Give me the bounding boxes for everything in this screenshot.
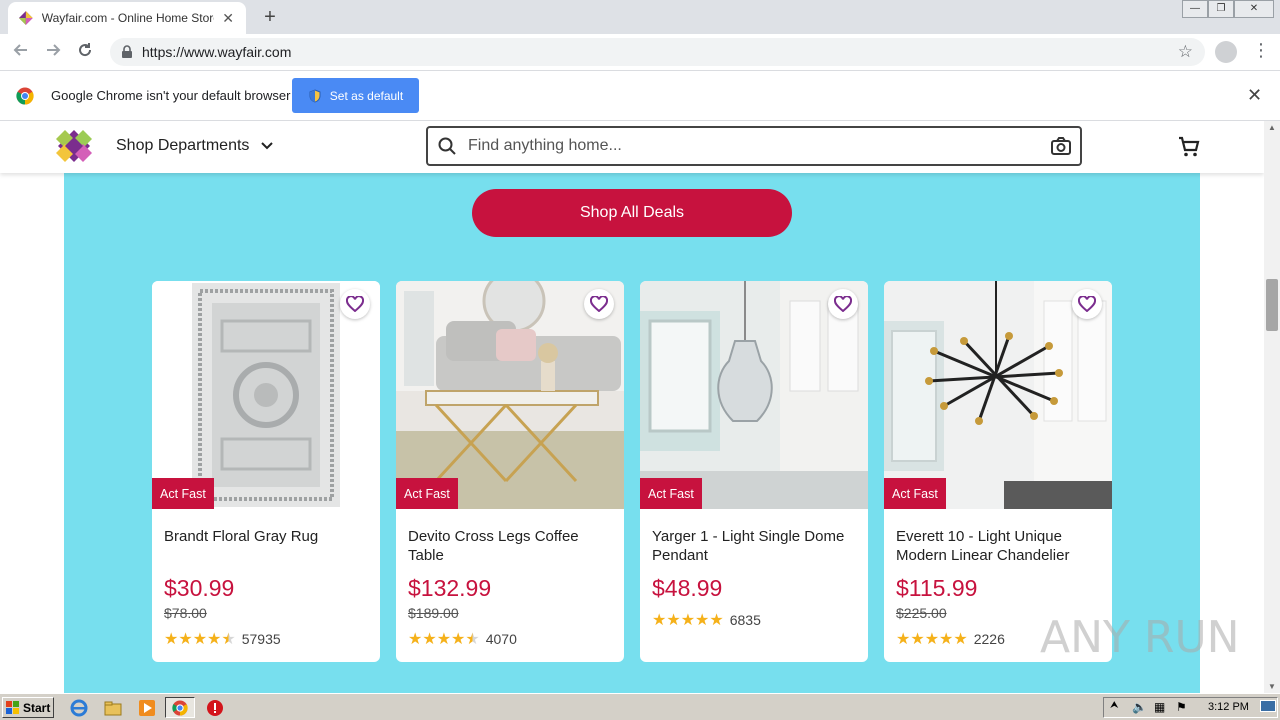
product-card[interactable]: Act Fast Yarger 1 - Light Single Dome Pe… — [640, 281, 868, 662]
media-player-icon[interactable] — [138, 699, 156, 717]
act-fast-badge: Act Fast — [640, 478, 702, 509]
tab-title: Wayfair.com - Online Home Store for Furn… — [41, 11, 215, 25]
wayfair-header: Shop Departments — [0, 121, 1264, 173]
shop-departments-menu[interactable]: Shop Departments — [116, 137, 274, 155]
infobar-close-icon[interactable]: ✕ — [1247, 85, 1262, 106]
volume-icon[interactable]: 🔈 — [1132, 700, 1147, 714]
maximize-button[interactable]: ❐ — [1208, 0, 1234, 18]
product-name[interactable]: Devito Cross Legs Coffee Table — [408, 527, 614, 565]
product-name[interactable]: Everett 10 - Light Unique Modern Linear … — [896, 527, 1102, 565]
scroll-down-arrow-icon[interactable]: ▼ — [1264, 682, 1280, 691]
system-tray: ⮝ 🔈 ▦ ⚑ — [1103, 697, 1278, 718]
product-card[interactable]: Act Fast Brandt Floral Gray Rug $30.99 $… — [152, 281, 380, 662]
set-as-default-button[interactable]: Set as default — [292, 78, 419, 113]
chrome-icon — [172, 700, 188, 716]
review-count: 2226 — [973, 631, 1005, 647]
internet-explorer-icon[interactable] — [70, 699, 88, 717]
browser-tab[interactable]: Wayfair.com - Online Home Store for Furn… — [8, 2, 246, 34]
favorite-heart-icon[interactable] — [340, 289, 370, 319]
rating-stars-icon: ★★★★★ — [652, 612, 724, 629]
start-button[interactable]: Start — [2, 697, 54, 718]
forward-icon[interactable] — [42, 41, 64, 63]
folder-icon[interactable] — [104, 699, 122, 717]
minimize-button[interactable]: — — [1182, 0, 1208, 18]
windows-taskbar: Start ⮝ 🔈 ▦ ⚑ 3:12 PM — [0, 693, 1280, 720]
favorite-heart-icon[interactable] — [828, 289, 858, 319]
product-price: $30.99 — [164, 575, 235, 601]
product-name[interactable]: Yarger 1 - Light Single Dome Pendant — [652, 527, 858, 565]
product-rating: ★★★★★ 6835 — [652, 610, 761, 630]
taskbar-clock[interactable]: 3:12 PM — [1208, 701, 1249, 713]
network-icon[interactable]: ▦ — [1154, 700, 1165, 714]
review-count: 57935 — [241, 631, 281, 647]
scroll-up-arrow-icon[interactable]: ▲ — [1264, 123, 1280, 132]
start-label: Start — [23, 700, 51, 715]
back-icon[interactable] — [10, 41, 32, 63]
new-tab-button[interactable]: + — [258, 5, 282, 29]
product-rating: ★★★★★ 57935 — [164, 629, 281, 649]
set-as-default-label: Set as default — [329, 88, 404, 103]
reload-icon[interactable] — [74, 41, 96, 63]
product-rating: ★★★★★ 2226 — [896, 629, 1005, 649]
profile-avatar-icon[interactable] — [1215, 41, 1237, 63]
default-browser-infobar: Google Chrome isn't your default browser… — [0, 71, 1280, 121]
bookmark-star-icon[interactable]: ☆ — [1178, 42, 1193, 62]
wayfair-logo-icon[interactable] — [56, 128, 92, 164]
windows-logo-icon — [6, 700, 19, 714]
rating-stars-icon: ★★★★★ — [408, 631, 480, 648]
search-icon[interactable] — [438, 137, 456, 155]
original-price: $78.00 — [164, 605, 207, 621]
product-price: $115.99 — [896, 575, 978, 601]
close-window-button[interactable]: ✕ — [1234, 0, 1274, 18]
product-rating: ★★★★★ 4070 — [408, 629, 517, 649]
page-scrollbar[interactable]: ▲ ▼ — [1264, 121, 1280, 693]
scrollbar-thumb[interactable] — [1266, 279, 1278, 331]
show-desktop-icon[interactable] — [1260, 700, 1276, 712]
shop-all-deals-button[interactable]: Shop All Deals — [472, 189, 792, 237]
chrome-menu-icon[interactable]: ⋮ — [1252, 40, 1270, 61]
browser-toolbar: https://www.wayfair.com ☆ — [0, 34, 1280, 71]
address-bar[interactable]: https://www.wayfair.com ☆ — [110, 38, 1205, 66]
stop-sign-icon[interactable] — [206, 699, 224, 717]
flag-icon[interactable]: ⚑ — [1176, 700, 1187, 714]
product-name[interactable]: Brandt Floral Gray Rug — [164, 527, 370, 546]
rating-stars-icon: ★★★★★ — [164, 631, 236, 648]
rating-stars-icon: ★★★★★ — [896, 631, 968, 648]
camera-icon[interactable] — [1050, 136, 1072, 156]
original-price: $225.00 — [896, 605, 947, 621]
lock-icon — [122, 45, 132, 58]
cart-icon[interactable] — [1178, 136, 1200, 158]
shield-icon — [309, 88, 321, 103]
act-fast-badge: Act Fast — [396, 478, 458, 509]
shop-departments-label: Shop Departments — [116, 137, 250, 154]
url-text: https://www.wayfair.com — [142, 44, 292, 60]
favorite-heart-icon[interactable] — [1072, 289, 1102, 319]
deals-section: Shop All Deals Act Fast Brandt Floral Gr… — [64, 173, 1200, 693]
chrome-taskbar-button[interactable] — [165, 697, 195, 718]
product-price: $48.99 — [652, 575, 723, 601]
original-price: $189.00 — [408, 605, 459, 621]
search-box — [426, 126, 1082, 166]
chevron-down-icon — [261, 142, 274, 150]
wayfair-favicon-icon — [18, 11, 33, 25]
act-fast-badge: Act Fast — [884, 478, 946, 509]
review-count: 4070 — [485, 631, 517, 647]
product-card[interactable]: Act Fast Everett 10 - Light Unique Moder… — [884, 281, 1112, 662]
search-input[interactable] — [468, 137, 1050, 155]
chrome-logo-icon — [16, 87, 34, 105]
act-fast-badge: Act Fast — [152, 478, 214, 509]
tray-expand-icon[interactable]: ⮝ — [1110, 700, 1119, 711]
tab-close-icon[interactable]: ✕ — [220, 10, 236, 27]
infobar-message: Google Chrome isn't your default browser — [51, 88, 291, 103]
tab-strip: Wayfair.com - Online Home Store for Furn… — [0, 0, 1280, 34]
review-count: 6835 — [729, 612, 761, 628]
anyrun-watermark: ANY RUN — [1040, 611, 1240, 663]
product-price: $132.99 — [408, 575, 492, 601]
product-card[interactable]: Act Fast Devito Cross Legs Coffee Table … — [396, 281, 624, 662]
favorite-heart-icon[interactable] — [584, 289, 614, 319]
